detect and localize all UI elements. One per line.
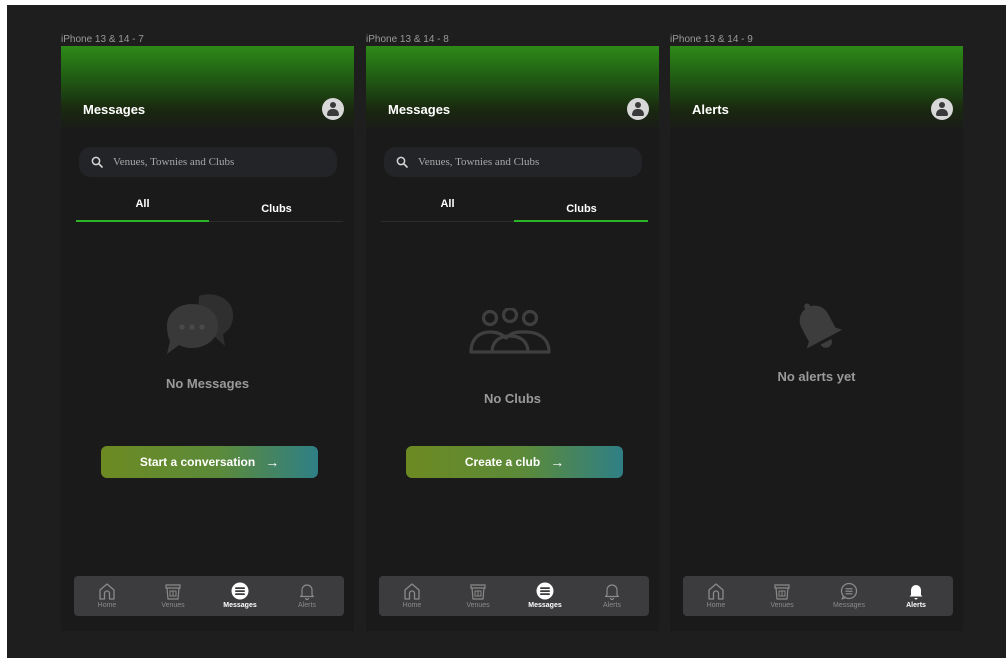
nav-alerts[interactable]: Alerts <box>582 576 642 616</box>
header-gradient <box>366 46 659 131</box>
page-title: Messages <box>83 102 146 117</box>
venues-icon <box>470 584 486 600</box>
phone-frame-alerts: Alerts No alerts yet Home Venues Message… <box>670 46 963 631</box>
venues-icon <box>774 584 790 600</box>
search-input[interactable]: Venues, Townies and Clubs <box>79 147 337 177</box>
frame-label: iPhone 13 & 14 - 7 <box>61 34 144 45</box>
tab-indicator-active <box>514 220 648 222</box>
start-conversation-button[interactable]: Start a conversation → <box>101 446 318 478</box>
nav-home-label: Home <box>706 602 726 609</box>
home-icon <box>99 583 115 600</box>
tab-divider <box>381 221 514 222</box>
nav-venues-label: Venues <box>161 602 185 609</box>
nav-messages[interactable]: Messages <box>515 576 575 616</box>
frame-label: iPhone 13 & 14 - 8 <box>366 34 449 45</box>
search-placeholder: Venues, Townies and Clubs <box>113 156 235 168</box>
tab-clubs[interactable]: Clubs <box>210 194 343 221</box>
nav-messages[interactable]: Messages <box>819 576 879 616</box>
tab-all[interactable]: All <box>76 194 209 221</box>
create-club-button[interactable]: Create a club → <box>406 446 623 478</box>
messages-icon <box>840 582 858 600</box>
nav-home[interactable]: Home <box>382 576 442 616</box>
nav-messages-label: Messages <box>223 602 257 609</box>
nav-messages[interactable]: Messages <box>210 576 270 616</box>
nav-home[interactable]: Home <box>77 576 137 616</box>
avatar[interactable] <box>931 98 953 120</box>
nav-venues[interactable]: Venues <box>143 576 203 616</box>
phone-frame-messages-clubs: Messages Venues, Townies and Clubs All C… <box>366 46 659 631</box>
search-placeholder: Venues, Townies and Clubs <box>418 156 540 168</box>
home-icon <box>708 583 724 600</box>
nav-messages-label: Messages <box>833 602 865 609</box>
phone-frame-messages-all: Messages Venues, Townies and Clubs All C… <box>61 46 354 631</box>
nav-home-label: Home <box>97 602 117 609</box>
nav-messages-label: Messages <box>528 602 562 609</box>
empty-state-text: No Messages <box>165 376 250 391</box>
tab-bar: All Clubs <box>381 194 648 222</box>
cta-label: Start a conversation <box>139 455 256 469</box>
arrow-right-icon: → <box>550 454 565 470</box>
avatar[interactable] <box>627 98 649 120</box>
nav-venues[interactable]: Venues <box>752 576 812 616</box>
empty-state-text: No Clubs <box>483 391 542 406</box>
messages-icon <box>231 582 249 600</box>
page-title: Messages <box>388 102 451 117</box>
bell-icon <box>299 584 315 601</box>
bell-icon <box>909 585 923 600</box>
arrow-right-icon: → <box>265 454 280 470</box>
page-title: Alerts <box>692 102 729 117</box>
nav-home[interactable]: Home <box>686 576 746 616</box>
frame-label: iPhone 13 & 14 - 9 <box>670 34 753 45</box>
bottom-nav: Home Venues Messages Alerts <box>683 576 953 616</box>
nav-alerts[interactable]: Alerts <box>886 576 946 616</box>
bell-icon <box>604 584 620 601</box>
search-icon <box>396 156 408 168</box>
messages-icon <box>536 582 554 600</box>
header-gradient <box>61 46 354 131</box>
nav-alerts[interactable]: Alerts <box>277 576 337 616</box>
home-icon <box>404 583 420 600</box>
nav-venues-label: Venues <box>770 602 794 609</box>
nav-venues-label: Venues <box>466 602 490 609</box>
bell-icon <box>799 303 843 349</box>
nav-alerts-label: Alerts <box>603 602 621 609</box>
avatar[interactable] <box>322 98 344 120</box>
tab-divider <box>209 221 343 222</box>
header-gradient <box>670 46 963 131</box>
tab-all[interactable]: All <box>381 194 514 221</box>
nav-venues[interactable]: Venues <box>448 576 508 616</box>
nav-alerts-label: Alerts <box>298 602 316 609</box>
chat-bubbles-icon <box>167 294 234 354</box>
empty-state-text: No alerts yet <box>777 369 856 384</box>
cta-label: Create a club <box>464 455 541 469</box>
group-icon <box>469 308 551 354</box>
bottom-nav: Home Venues Messages Alerts <box>74 576 344 616</box>
tab-clubs[interactable]: Clubs <box>515 194 648 221</box>
tab-indicator-active <box>76 220 209 222</box>
tab-bar: All Clubs <box>76 194 343 222</box>
search-icon <box>91 156 103 168</box>
venues-icon <box>165 584 181 600</box>
nav-home-label: Home <box>402 602 422 609</box>
search-input[interactable]: Venues, Townies and Clubs <box>384 147 642 177</box>
nav-alerts-label: Alerts <box>906 602 926 609</box>
bottom-nav: Home Venues Messages Alerts <box>379 576 649 616</box>
